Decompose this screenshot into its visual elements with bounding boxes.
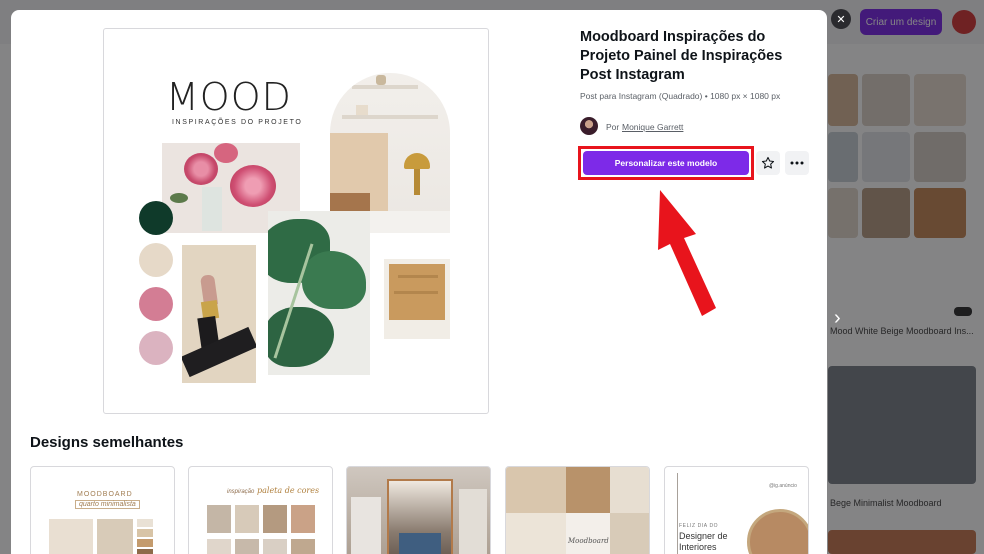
card-subtitle: quarto minimalista: [75, 500, 140, 509]
card-title: MOODBOARD: [77, 491, 133, 498]
preview-photo-wood: [384, 259, 450, 339]
color-swatch: [139, 287, 173, 321]
preview-subtitle: INSPIRAÇÕES DO PROJETO: [172, 119, 303, 126]
similar-design-card[interactable]: [346, 466, 491, 554]
template-meta: Post para Instagram (Quadrado) • 1080 px…: [580, 91, 781, 101]
similar-design-card[interactable]: inspiração paleta de cores: [188, 466, 333, 554]
card-small-text: FELIZ DIA DO: [679, 523, 719, 529]
card-small-text: inspiração: [227, 489, 255, 495]
card-handle: @ig.anúncio: [769, 483, 797, 489]
star-icon[interactable]: [756, 151, 780, 175]
similar-design-card[interactable]: Moodboard: [505, 466, 650, 554]
template-modal: MOOD INSPIRAÇÕES DO PROJETO Moodboard In…: [11, 10, 827, 554]
card-script-text: paleta de cores: [257, 486, 320, 495]
color-swatch: [139, 201, 173, 235]
author-link[interactable]: Monique Garrett: [622, 122, 683, 132]
preview-photo-monstera: [268, 211, 370, 375]
card-title-line-2: Interiores: [679, 542, 717, 552]
annotation-arrow: [658, 190, 716, 316]
preview-photo-lipstick: [182, 245, 256, 383]
similar-design-card[interactable]: @ig.anúncio FELIZ DIA DO Designer de Int…: [664, 466, 809, 554]
color-swatch: [139, 331, 173, 365]
similar-designs-heading: Designs semelhantes: [30, 434, 184, 451]
template-title: Moodboard Inspirações do Projeto Painel …: [580, 29, 783, 83]
card-script-text: Moodboard: [568, 537, 609, 545]
template-preview: MOOD INSPIRAÇÕES DO PROJETO: [103, 28, 489, 414]
card-title-line-1: Designer de: [679, 531, 728, 541]
preview-photo-shelves: [330, 73, 450, 233]
more-horizontal-icon[interactable]: [785, 151, 809, 175]
color-swatch: [139, 243, 173, 277]
chevron-right-icon[interactable]: ›: [834, 308, 852, 328]
customize-template-button[interactable]: Personalizar este modelo: [583, 151, 749, 175]
preview-title: MOOD: [166, 75, 292, 119]
author-prefix: Por: [606, 122, 620, 132]
author-avatar[interactable]: [580, 117, 598, 135]
similar-design-card[interactable]: MOODBOARD quarto minimalista: [30, 466, 175, 554]
close-icon[interactable]: ✕: [831, 9, 851, 29]
